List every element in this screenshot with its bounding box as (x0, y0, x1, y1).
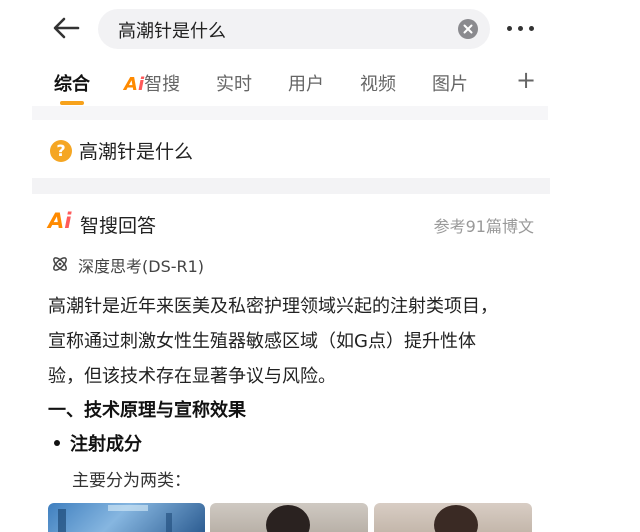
tab-realtime[interactable]: 实时 (216, 70, 252, 96)
tab-bar: 综合 Ai智搜 实时 用户 视频 图片 + (0, 58, 640, 108)
section-heading: 一、技术原理与宣称效果 (48, 400, 246, 421)
dot (507, 26, 512, 31)
answer-text-line: 验，但该技术存在显著争议与风险。 (48, 366, 336, 387)
tab-images[interactable]: 图片 (432, 70, 468, 96)
ai-answer-title: 智搜回答 (80, 215, 157, 237)
tab-ai-search[interactable]: Ai智搜 (124, 70, 180, 96)
active-tab-indicator (60, 101, 84, 105)
divider (32, 106, 548, 120)
plus-icon[interactable]: + (516, 66, 536, 94)
image-thumbnail[interactable] (374, 503, 532, 532)
top-bar: 高潮针是什么 (0, 0, 640, 58)
back-arrow-icon[interactable] (48, 12, 88, 44)
ai-logo-icon: Ai (48, 209, 72, 233)
deep-think-label: 深度思考(DS-R1) (78, 257, 205, 276)
search-input[interactable]: 高潮针是什么 (98, 9, 490, 49)
person-photo (266, 505, 310, 532)
references-link[interactable]: 参考91篇博文 (434, 213, 534, 237)
person-photo (434, 505, 478, 532)
deep-think-icon (50, 254, 70, 274)
dot (529, 26, 534, 31)
ai-answer-header: Ai 智搜回答 参考91篇博文 (48, 207, 538, 239)
image-thumbnail[interactable] (210, 503, 368, 532)
bullet-icon (54, 440, 60, 446)
search-query: 高潮针是什么 (118, 21, 226, 42)
tab-ai-search-label: 智搜 (144, 74, 181, 95)
clear-icon[interactable] (458, 19, 478, 39)
image-thumbnail[interactable] (48, 503, 205, 532)
tab-users[interactable]: 用户 (288, 70, 324, 96)
sub-text: 主要分为两类： (72, 471, 191, 491)
answer-text-line: 宣称通过刺激女性生殖器敏感区域（如G点）提升性体 (48, 331, 476, 352)
dot (518, 26, 523, 31)
tab-comprehensive[interactable]: 综合 (54, 70, 90, 96)
ai-logo-icon: Ai (124, 74, 145, 95)
more-dots-icon[interactable] (504, 14, 538, 42)
divider (32, 178, 550, 194)
answer-text-line: 高潮针是近年来医美及私密护理领域兴起的注射类项目， (48, 296, 498, 317)
bullet-item: 注射成分 (70, 434, 142, 455)
question-icon: ? (50, 140, 72, 162)
question-text: 高潮针是什么 (79, 141, 194, 163)
tab-videos[interactable]: 视频 (360, 70, 396, 96)
